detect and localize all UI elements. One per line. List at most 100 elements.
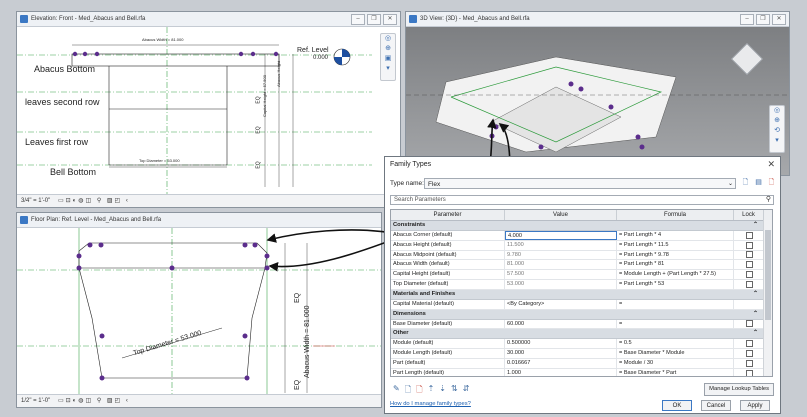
eq-dimension[interactable]: EQ: [294, 293, 301, 303]
orbit-icon[interactable]: ⟲: [770, 126, 784, 136]
close-icon[interactable]: ✕: [772, 14, 786, 25]
parameter-row[interactable]: Base Diameter (default) 60.000 =: [391, 319, 772, 330]
floor-plan-titlebar[interactable]: Floor Plan: Ref. Level - Med_Abacus and …: [17, 213, 381, 228]
parameter-value[interactable]: 57.500: [505, 270, 617, 279]
collapse-icon[interactable]: ⌃: [753, 290, 758, 299]
parameter-formula[interactable]: = Base Diameter * Module: [617, 349, 734, 358]
new-type-icon[interactable]: 🗋: [741, 178, 750, 188]
sort-desc-icon[interactable]: ⇵: [463, 384, 470, 398]
lock-checkbox[interactable]: [746, 359, 753, 367]
parameter-value[interactable]: 0.500000: [505, 339, 617, 349]
parameters-grid[interactable]: Parameter Value Formula Lock Constraints…: [390, 209, 773, 377]
3d-view-window[interactable]: 3D View: {3D} - Med_Abacus and Bell.rfa …: [405, 11, 790, 176]
parameter-value[interactable]: 1.000: [505, 368, 617, 376]
view-scale[interactable]: 1/2" = 1'-0": [21, 398, 50, 404]
family-types-dialog[interactable]: Family Types ✕ Type name: Flex ⌄ 🗋 ▤ 🗋 S…: [384, 156, 781, 414]
rename-type-icon[interactable]: ▤: [754, 178, 763, 188]
scrollbar-thumb[interactable]: [765, 230, 771, 320]
parameter-group-header[interactable]: Dimensions ⌃: [391, 309, 772, 320]
parameter-value[interactable]: 9.780: [505, 250, 617, 260]
eq-dimension[interactable]: EQ: [256, 126, 262, 133]
column-header-parameter[interactable]: Parameter: [391, 210, 505, 220]
parameter-value[interactable]: 0.016667: [505, 358, 617, 368]
parameter-value[interactable]: 4.000: [505, 231, 617, 240]
cancel-button[interactable]: Cancel: [701, 400, 731, 411]
parameter-value[interactable]: 60.000: [505, 319, 617, 329]
parameter-formula[interactable]: = Part Length * 81: [617, 260, 734, 270]
parameter-row[interactable]: Abacus Width (default) 81.000 = Part Lengt…: [391, 260, 772, 271]
delete-parameter-icon[interactable]: 🗋: [416, 384, 422, 398]
minimize-icon[interactable]: –: [740, 14, 754, 25]
navigation-bar[interactable]: ◎ ⊕ ▣ ▾: [380, 33, 396, 81]
lock-checkbox[interactable]: [746, 271, 753, 279]
parameter-value[interactable]: 53.000: [505, 279, 617, 289]
parameter-formula[interactable]: = 0.5: [617, 339, 734, 349]
search-parameters-input[interactable]: Search Parameters ⚲: [390, 195, 774, 205]
parameter-formula[interactable]: = Module / 30: [617, 358, 734, 368]
eq-dimension[interactable]: EQ: [294, 380, 301, 390]
eq-dimension[interactable]: EQ: [256, 161, 262, 168]
parameter-formula[interactable]: = Part Length * 9.78: [617, 250, 734, 260]
3d-canvas[interactable]: ◎ ⊕ ⟲ ▾: [406, 27, 789, 175]
zoom-icon[interactable]: ⊕: [381, 44, 395, 54]
parameter-value[interactable]: <By Category>: [505, 299, 617, 309]
parameter-row[interactable]: Abacus Midpoint (default) 9.780 = Part Len…: [391, 250, 772, 261]
parameter-value[interactable]: 81.000: [505, 260, 617, 270]
capital-height-dimension[interactable]: Capital Height = 57.500: [262, 75, 267, 117]
close-icon[interactable]: ✕: [383, 14, 397, 25]
parameter-formula[interactable]: =: [617, 299, 734, 309]
search-icon[interactable]: ⚲: [766, 195, 771, 204]
minimize-icon[interactable]: –: [351, 14, 365, 25]
steering-wheel-icon[interactable]: ◎: [381, 34, 395, 44]
steering-wheel-icon[interactable]: ◎: [770, 106, 784, 116]
parameter-group-header[interactable]: Other ⌃: [391, 329, 772, 340]
elevation-canvas[interactable]: Abacus Width = 81.000 Top Diameter = 53.…: [17, 27, 400, 196]
vertical-scrollbar[interactable]: [763, 220, 772, 376]
lock-checkbox[interactable]: [746, 261, 753, 269]
abacus-width-dimension[interactable]: Abacus Width = 81.000: [304, 305, 311, 378]
lock-checkbox[interactable]: [746, 320, 753, 328]
parameter-row[interactable]: Abacus Height (default) 11.500 = Part Leng…: [391, 240, 772, 251]
lock-checkbox[interactable]: [746, 340, 753, 348]
navigation-bar[interactable]: ◎ ⊕ ⟲ ▾: [769, 105, 785, 153]
parameter-row[interactable]: Top Diameter (default) 53.000 = Part Lengt…: [391, 279, 772, 290]
type-name-select[interactable]: Flex ⌄: [424, 178, 736, 189]
column-header-lock[interactable]: Lock: [734, 210, 764, 220]
parameter-formula[interactable]: =: [617, 319, 734, 329]
column-header-formula[interactable]: Formula: [617, 210, 734, 220]
parameter-row[interactable]: Capital Material (default) <By Category> =: [391, 299, 772, 310]
parameter-formula[interactable]: = Module Length + (Part Length * 27.5): [617, 270, 734, 279]
parameter-value[interactable]: 11.500: [505, 240, 617, 250]
parameter-row[interactable]: Part (default) 0.016667 = Module / 30: [391, 358, 772, 369]
collapse-icon[interactable]: ⌃: [753, 329, 758, 338]
manage-lookup-tables-button[interactable]: Manage Lookup Tables: [704, 383, 774, 396]
view-control-bar[interactable]: 1/2" = 1'-0" ▭⊡◐◍◫ ⚲ ▨◰ ‹: [17, 394, 381, 407]
parameter-row[interactable]: Part Length (default) 1.000 = Base Diamete…: [391, 368, 772, 376]
parameter-formula[interactable]: = Part Length * 53: [617, 279, 734, 289]
floor-plan-canvas[interactable]: Top Diameter = 53.000 Abacus Width = 81.…: [17, 228, 381, 396]
parameter-group-header[interactable]: Constraints ⌃: [391, 221, 772, 231]
parameter-row[interactable]: Module (default) 0.500000 = 0.5: [391, 339, 772, 350]
abacus-width-dimension[interactable]: Abacus Width = 81.000: [142, 37, 183, 42]
lock-checkbox[interactable]: [746, 251, 753, 259]
parameter-formula[interactable]: = Base Diameter * Part: [617, 368, 734, 376]
collapse-icon[interactable]: ⌃: [753, 310, 758, 319]
close-icon[interactable]: ✕: [767, 159, 775, 170]
floor-plan-window[interactable]: Floor Plan: Ref. Level - Med_Abacus and …: [16, 212, 382, 408]
eq-dimension[interactable]: EQ: [256, 96, 262, 103]
top-diameter-dimension[interactable]: Top Diameter = 53.000: [139, 158, 180, 163]
zoom-icon[interactable]: ⊕: [770, 116, 784, 126]
view-control-bar[interactable]: 3/4" = 1'-0" ▭⊡◐◍◫ ⚲ ▨◰ ‹: [17, 194, 400, 207]
elevation-view-titlebar[interactable]: Elevation: Front - Med_Abacus and Bell.r…: [17, 12, 400, 27]
parameter-row[interactable]: Abacus Corner (default) 4.000 = Part Lengt…: [391, 231, 772, 241]
collapse-icon[interactable]: ⌃: [753, 221, 758, 230]
3d-view-titlebar[interactable]: 3D View: {3D} - Med_Abacus and Bell.rfa …: [406, 12, 789, 27]
help-link[interactable]: How do I manage family types?: [390, 401, 471, 407]
restore-icon[interactable]: ❐: [756, 14, 770, 25]
elevation-view-window[interactable]: Elevation: Front - Med_Abacus and Bell.r…: [16, 11, 401, 208]
new-parameter-icon[interactable]: 🗋: [405, 384, 411, 398]
parameter-row[interactable]: Capital Height (default) 57.500 = Module L…: [391, 270, 772, 280]
lock-checkbox[interactable]: [746, 231, 753, 239]
chevron-down-icon[interactable]: ▾: [770, 136, 784, 146]
lock-checkbox[interactable]: [746, 350, 753, 358]
